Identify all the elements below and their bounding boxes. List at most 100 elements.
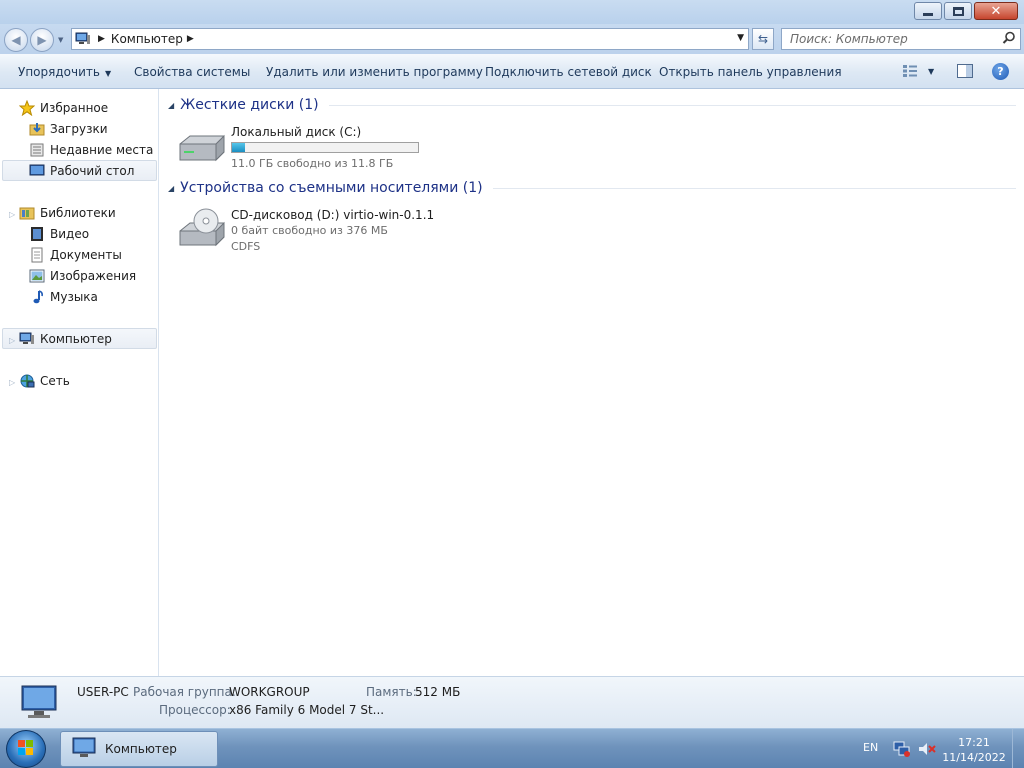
forward-button[interactable]: ▶ <box>30 28 54 52</box>
breadcrumb-arrow-icon[interactable]: ▶ <box>187 34 194 44</box>
maximize-button[interactable] <box>944 2 972 20</box>
drive-c-info: Локальный диск (C:) 11.0 ГБ свободно из … <box>231 124 419 172</box>
forward-arrow-icon: ▶ <box>37 33 47 47</box>
search-box[interactable] <box>781 28 1021 50</box>
processor-value: x86 Family 6 Model 7 St... <box>229 703 385 717</box>
language-indicator[interactable]: EN <box>863 741 878 754</box>
search-icon[interactable] <box>1002 31 1016 48</box>
group-header-hard-disks[interactable]: ◢ Жесткие диски (1) <box>168 97 1016 113</box>
downloads-folder-icon <box>28 121 46 137</box>
nav-recent-places[interactable]: Недавние места <box>28 139 153 160</box>
nav-network[interactable]: Сеть <box>18 370 70 391</box>
command-bar: Упорядочить ▼ Свойства системы Удалить ил… <box>0 54 1024 89</box>
nav-computer-label: Компьютер <box>40 331 112 346</box>
computer-icon <box>71 736 99 763</box>
help-icon: ? <box>997 65 1004 78</box>
view-icon <box>903 65 917 77</box>
refresh-button[interactable]: ⇆ <box>752 28 774 50</box>
workgroup-value: WORKGROUP <box>229 685 310 699</box>
nav-libraries-label: Библиотеки <box>40 205 116 220</box>
change-view-button[interactable]: ▼ <box>902 64 934 78</box>
network-status-icon[interactable] <box>893 741 911 760</box>
drive-d-name: CD-дисковод (D:) virtio-win-0.1.1 <box>231 208 435 222</box>
windows-logo-icon <box>18 740 33 755</box>
close-button[interactable]: ✕ <box>974 2 1018 20</box>
drive-d[interactable]: CD-дисковод (D:) virtio-win-0.1.1 0 байт… <box>176 207 434 255</box>
drive-c[interactable]: Локальный диск (C:) 11.0 ГБ свободно из … <box>176 124 419 172</box>
libraries-icon <box>18 205 36 221</box>
desktop-icon <box>28 163 46 179</box>
uninstall-program-button[interactable]: Удалить или изменить программу <box>266 65 483 79</box>
content-area: ◢ Жесткие диски (1) Локальный диск (C:) … <box>160 89 1024 676</box>
system-properties-button[interactable]: Свойства системы <box>134 65 250 79</box>
nav-video[interactable]: Видео <box>28 223 89 244</box>
star-icon <box>18 99 36 116</box>
group-divider <box>328 104 1016 106</box>
nav-documents-label: Документы <box>50 247 122 262</box>
workgroup-label: Рабочая группа: <box>133 685 236 699</box>
group-header-removable[interactable]: ◢ Устройства со съемными носителями (1) <box>168 180 1016 196</box>
start-button[interactable] <box>6 730 46 768</box>
nav-documents[interactable]: Документы <box>28 244 122 265</box>
processor-label: Процессор: <box>159 703 231 717</box>
breadcrumb-arrow-icon[interactable]: ▶ <box>98 34 105 44</box>
nav-desktop[interactable]: Рабочий стол <box>2 160 157 181</box>
clock-time: 17:21 <box>958 736 990 749</box>
nav-favorites[interactable]: Избранное <box>18 97 108 118</box>
group-title-removable: Устройства со съемными носителями (1) <box>180 180 483 196</box>
expand-computer-icon[interactable]: ▷ <box>9 336 15 345</box>
organize-label: Упорядочить <box>18 65 100 79</box>
chevron-down-icon[interactable]: ▼ <box>928 67 934 76</box>
volume-muted-icon[interactable] <box>918 741 936 760</box>
minimize-icon <box>923 12 933 16</box>
nav-music[interactable]: Музыка <box>28 286 98 307</box>
details-pane: USER-PC Рабочая группа: WORKGROUP Память… <box>0 676 1024 728</box>
address-dropdown-icon[interactable]: ▼ <box>737 33 744 43</box>
window-controls: ✕ <box>912 2 1018 20</box>
drive-c-usage-bar <box>231 142 419 153</box>
help-button[interactable]: ? <box>992 63 1009 80</box>
refresh-icon: ⇆ <box>757 32 769 46</box>
group-divider <box>492 187 1016 189</box>
nav-music-label: Музыка <box>50 289 98 304</box>
address-bar[interactable]: ▶ Компьютер ▶ ▼ <box>71 28 749 50</box>
system-clock[interactable]: 17:21 11/14/2022 <box>942 735 1006 765</box>
map-network-drive-button[interactable]: Подключить сетевой диск <box>485 65 652 79</box>
nav-computer[interactable]: Компьютер <box>2 328 157 349</box>
maximize-icon <box>952 6 964 16</box>
pictures-icon <box>28 268 46 284</box>
title-bar: ✕ <box>0 0 1024 24</box>
expand-libraries-icon[interactable]: ▷ <box>9 210 15 219</box>
collapse-group-icon[interactable]: ◢ <box>168 101 174 110</box>
preview-pane-button[interactable] <box>957 64 973 81</box>
nav-network-label: Сеть <box>40 373 70 388</box>
organize-button[interactable]: Упорядочить ▼ <box>18 65 111 79</box>
computer-icon <box>18 331 36 347</box>
usage-bar-fill <box>232 143 245 152</box>
nav-recent-places-label: Недавние места <box>50 142 154 157</box>
nav-desktop-label: Рабочий стол <box>50 163 135 178</box>
search-input[interactable] <box>782 29 992 49</box>
group-title-hard-disks: Жесткие диски (1) <box>180 97 319 113</box>
memory-label: Память: <box>366 685 417 699</box>
nav-pictures[interactable]: Изображения <box>28 265 136 286</box>
minimize-button[interactable] <box>914 2 942 20</box>
nav-libraries[interactable]: Библиотеки <box>18 202 116 223</box>
collapse-group-icon[interactable]: ◢ <box>168 184 174 193</box>
nav-favorites-label: Избранное <box>40 100 109 115</box>
open-control-panel-button[interactable]: Открыть панель управления <box>659 65 842 79</box>
breadcrumb-computer[interactable]: Компьютер <box>111 32 183 46</box>
taskbar-item-computer[interactable]: Компьютер <box>60 731 218 767</box>
hard-disk-icon <box>176 124 228 168</box>
computer-name: USER-PC <box>77 685 129 699</box>
preview-pane-icon <box>957 64 973 78</box>
back-button[interactable]: ◀ <box>4 28 28 52</box>
cd-drive-icon <box>176 207 228 251</box>
nav-downloads[interactable]: Загрузки <box>28 118 108 139</box>
expand-network-icon[interactable]: ▷ <box>9 378 15 387</box>
recent-pages-dropdown[interactable]: ▼ <box>58 36 63 44</box>
memory-value: 512 МБ <box>415 685 461 699</box>
clock-date: 11/14/2022 <box>942 751 1006 764</box>
music-icon <box>28 289 46 305</box>
show-desktop-button[interactable] <box>1012 729 1024 768</box>
